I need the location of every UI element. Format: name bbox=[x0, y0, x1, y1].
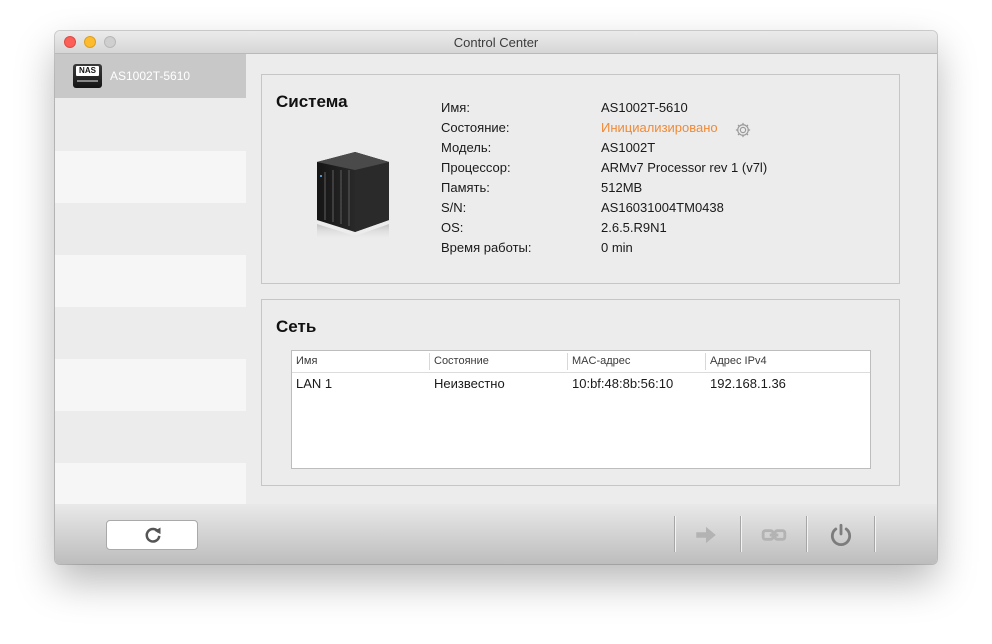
os-label: OS: bbox=[441, 220, 464, 235]
nas-device-icon: NAS bbox=[73, 64, 102, 88]
sidebar-item-device[interactable]: NAS AS1002T-5610 bbox=[55, 54, 246, 98]
sidebar-empty-slot bbox=[55, 255, 246, 307]
nas-device-image bbox=[317, 152, 389, 242]
column-header-mac[interactable]: MAC-адрес bbox=[572, 355, 630, 367]
network-title: Сеть bbox=[276, 317, 317, 336]
system-panel: Система Имя: AS1002T-5610 Состояние: Ини… bbox=[261, 74, 900, 284]
window-title: Control Center bbox=[453, 35, 539, 50]
refresh-icon bbox=[145, 527, 161, 543]
sidebar-empty-slot bbox=[55, 151, 246, 203]
sidebar-device-name: AS1002T-5610 bbox=[110, 69, 191, 83]
cell-mac: 10:bf:48:8b:56:10 bbox=[572, 376, 674, 391]
column-header-name[interactable]: Имя bbox=[296, 355, 317, 367]
column-header-ipv4[interactable]: Адрес IPv4 bbox=[710, 355, 767, 367]
uptime-value: 0 min bbox=[601, 240, 633, 255]
sidebar-empty-slot bbox=[55, 359, 246, 411]
system-title: Система bbox=[276, 92, 348, 111]
network-panel: Сеть Имя Состояние MAC-адрес Адрес IPv4 … bbox=[261, 299, 900, 486]
sidebar-empty-slot bbox=[55, 463, 246, 504]
processor-label: Процессор: bbox=[441, 160, 511, 175]
refresh-button[interactable] bbox=[106, 520, 198, 550]
arrow-right-icon[interactable] bbox=[693, 522, 719, 548]
device-sidebar: NAS AS1002T-5610 bbox=[55, 54, 246, 504]
status-value: Инициализировано bbox=[601, 120, 718, 135]
processor-value: ARMv7 Processor rev 1 (v7l) bbox=[601, 160, 768, 175]
network-table: Имя Состояние MAC-адрес Адрес IPv4 LAN 1… bbox=[291, 350, 871, 469]
name-label: Имя: bbox=[441, 100, 470, 115]
memory-label: Память: bbox=[441, 180, 490, 195]
memory-value: 512MB bbox=[601, 180, 643, 195]
power-icon[interactable] bbox=[828, 522, 854, 548]
os-value: 2.6.5.R9N1 bbox=[601, 220, 667, 235]
serial-value: AS16031004TM0438 bbox=[601, 200, 724, 215]
link-icon[interactable] bbox=[761, 522, 787, 548]
cell-status: Неизвестно bbox=[434, 376, 505, 391]
serial-label: S/N: bbox=[441, 200, 467, 215]
cell-ipv4: 192.168.1.36 bbox=[710, 376, 786, 391]
model-label: Модель: bbox=[441, 140, 492, 155]
status-label: Состояние: bbox=[441, 120, 510, 135]
cell-name: LAN 1 bbox=[296, 376, 333, 391]
name-value: AS1002T-5610 bbox=[601, 100, 688, 115]
column-header-status[interactable]: Состояние bbox=[434, 355, 489, 367]
nas-icon-label: NAS bbox=[76, 66, 99, 76]
app-window: Control Center NAS AS1002T-5610 Система bbox=[55, 31, 937, 564]
table-header: Имя Состояние MAC-адрес Адрес IPv4 bbox=[292, 351, 870, 373]
uptime-label: Время работы: bbox=[441, 240, 532, 255]
settings-gear-icon[interactable] bbox=[734, 121, 752, 139]
model-value: AS1002T bbox=[601, 140, 656, 155]
bottom-toolbar bbox=[55, 504, 937, 564]
title-bar: Control Center bbox=[55, 31, 937, 54]
